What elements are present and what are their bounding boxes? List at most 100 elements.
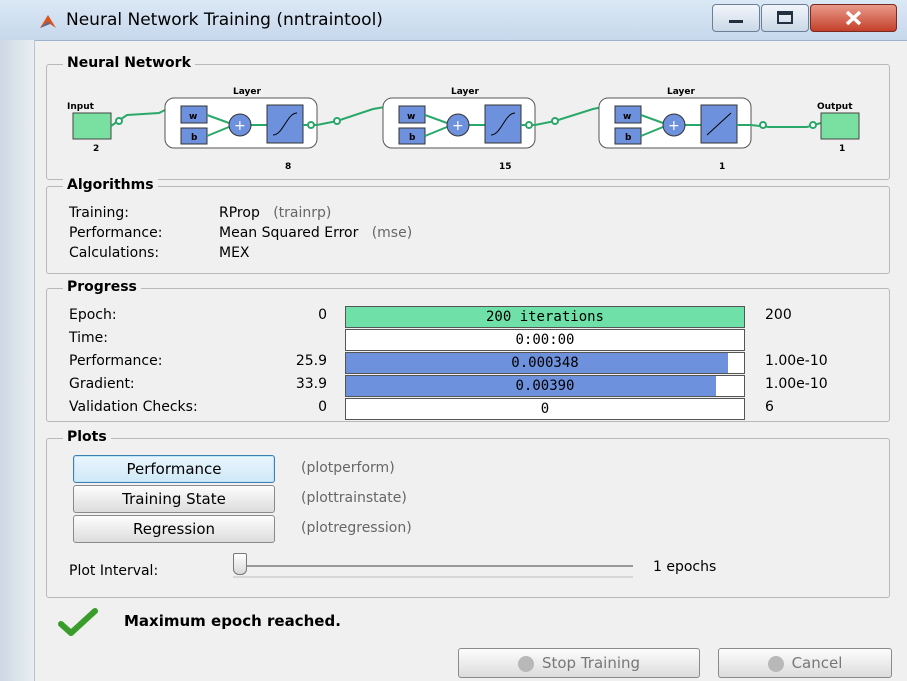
progress-label: Gradient: — [69, 376, 135, 392]
slider-track — [233, 565, 633, 567]
progress-bar-text: 0.000348 — [511, 355, 579, 371]
plot-interval-value: 1 epochs — [653, 559, 717, 575]
nntraintool-window: Neural Network Training (nntraintool) Ne… — [0, 0, 907, 681]
progress-panel: Progress Epoch: 0 200 iterations 200 Time: 0:… — [46, 279, 890, 422]
minimize-icon — [729, 20, 743, 23]
layer-3-w: w — [623, 112, 631, 122]
output-block — [820, 112, 860, 140]
progress-start-value: 33.9 — [295, 376, 327, 392]
plots-panel: Plots Performance (plotperform) Training… — [46, 429, 890, 598]
cancel-label: Cancel — [791, 654, 843, 672]
algorithm-calculations-label: Calculations: — [69, 245, 160, 261]
progress-end-value: 1.00e-10 — [765, 353, 828, 369]
plus-symbol: + — [234, 118, 246, 134]
slider-ticks — [233, 576, 633, 578]
plus-symbol: + — [452, 118, 464, 134]
plus-symbol: + — [668, 118, 680, 134]
close-icon — [845, 10, 862, 26]
progress-end-value: 1.00e-10 — [765, 376, 828, 392]
algorithms-legend: Algorithms — [63, 177, 158, 193]
training-code: (trainrp) — [273, 205, 332, 221]
layer-2-b: b — [409, 133, 416, 143]
progress-start-value: 25.9 — [295, 353, 327, 369]
output-size: 1 — [839, 144, 845, 154]
progress-bar-text: 0 — [540, 401, 550, 417]
close-button[interactable] — [810, 4, 897, 32]
neural-network-panel: Neural Network Input 2 Layer w b + 8 Lay… — [46, 55, 890, 180]
wire-node — [115, 117, 123, 125]
stop-icon — [517, 655, 534, 672]
algorithms-panel: Algorithms Training: Performance: Calcul… — [46, 177, 890, 274]
wire-node — [307, 121, 315, 129]
algorithm-calculations-row: MEX — [219, 245, 250, 261]
input-label: Input — [67, 102, 95, 112]
stop-training-label: Stop Training — [541, 654, 641, 672]
algorithm-training-row: RProp (trainrp) — [219, 205, 331, 221]
maximize-icon — [777, 11, 793, 24]
output-label: Output — [817, 102, 853, 112]
progress-bar: 0.00390 — [345, 375, 745, 397]
plot-training-state-code: (plottrainstate) — [301, 490, 407, 506]
progress-legend: Progress — [63, 279, 141, 295]
layer-1-size: 8 — [285, 162, 291, 172]
wire-node — [333, 117, 341, 125]
progress-label: Time: — [69, 330, 108, 346]
progress-end-value: 6 — [765, 399, 774, 415]
plot-training-state-button[interactable]: Training State — [73, 485, 275, 513]
training-value: RProp — [219, 205, 260, 221]
status-message: Maximum epoch reached. — [124, 612, 341, 630]
plot-regression-button[interactable]: Regression — [73, 515, 275, 543]
network-diagram: Input 2 Layer w b + 8 Layer w b + 15 Lay… — [67, 87, 860, 172]
wire-node — [525, 121, 533, 129]
progress-end-value: 200 — [765, 307, 792, 323]
progress-start-value: 0 — [318, 399, 327, 415]
wire-node — [759, 121, 767, 129]
progress-label: Performance: — [69, 353, 163, 369]
calculations-value: MEX — [219, 245, 250, 261]
algorithm-training-label: Training: — [69, 205, 129, 221]
layer-3-size: 1 — [719, 162, 725, 172]
layer-2-w: w — [407, 112, 415, 122]
check-icon — [58, 608, 98, 636]
maximize-button[interactable] — [761, 4, 809, 32]
plot-performance-button[interactable]: Performance — [73, 455, 275, 483]
performance-code: (mse) — [371, 225, 413, 241]
input-block — [72, 112, 112, 140]
progress-bar-text: 200 iterations — [485, 309, 604, 325]
cancel-button[interactable]: Cancel — [718, 648, 892, 678]
window-title: Neural Network Training (nntraintool) — [66, 10, 383, 30]
layer-2-label: Layer — [451, 87, 480, 97]
matlab-logo-icon — [40, 15, 56, 28]
layer-1-b: b — [191, 133, 198, 143]
progress-bar-text: 0:00:00 — [515, 332, 575, 348]
plot-performance-code: (plotperform) — [301, 460, 395, 476]
cancel-icon — [767, 655, 784, 672]
layer-1-label: Layer — [233, 87, 262, 97]
layer-3-label: Layer — [667, 87, 696, 97]
stop-training-button[interactable]: Stop Training — [458, 648, 700, 678]
minimize-button[interactable] — [712, 4, 760, 32]
plot-interval-slider[interactable] — [233, 553, 633, 583]
performance-value: Mean Squared Error — [219, 225, 359, 241]
input-size: 2 — [93, 144, 99, 154]
progress-label: Epoch: — [69, 307, 117, 323]
plot-regression-code: (plotregression) — [301, 520, 412, 536]
algorithm-performance-row: Mean Squared Error (mse) — [219, 225, 412, 241]
plot-interval-label: Plot Interval: — [69, 563, 159, 579]
wire-node — [551, 117, 559, 125]
layer-3-b: b — [625, 133, 632, 143]
progress-bar: 200 iterations — [345, 306, 745, 328]
progress-bar: 0:00:00 — [345, 329, 745, 351]
progress-bar: 0.000348 — [345, 352, 745, 374]
wire-node — [809, 121, 817, 129]
title-bar[interactable]: Neural Network Training (nntraintool) — [0, 0, 907, 41]
algorithm-performance-label: Performance: — [69, 225, 163, 241]
progress-bar-text: 0.00390 — [515, 378, 575, 394]
progress-label: Validation Checks: — [69, 399, 198, 415]
layer-2-size: 15 — [499, 162, 512, 172]
slider-thumb[interactable] — [233, 553, 247, 575]
progress-start-value: 0 — [318, 307, 327, 323]
progress-bar: 0 — [345, 398, 745, 420]
window-left-edge — [0, 40, 35, 681]
plots-legend: Plots — [63, 429, 111, 445]
